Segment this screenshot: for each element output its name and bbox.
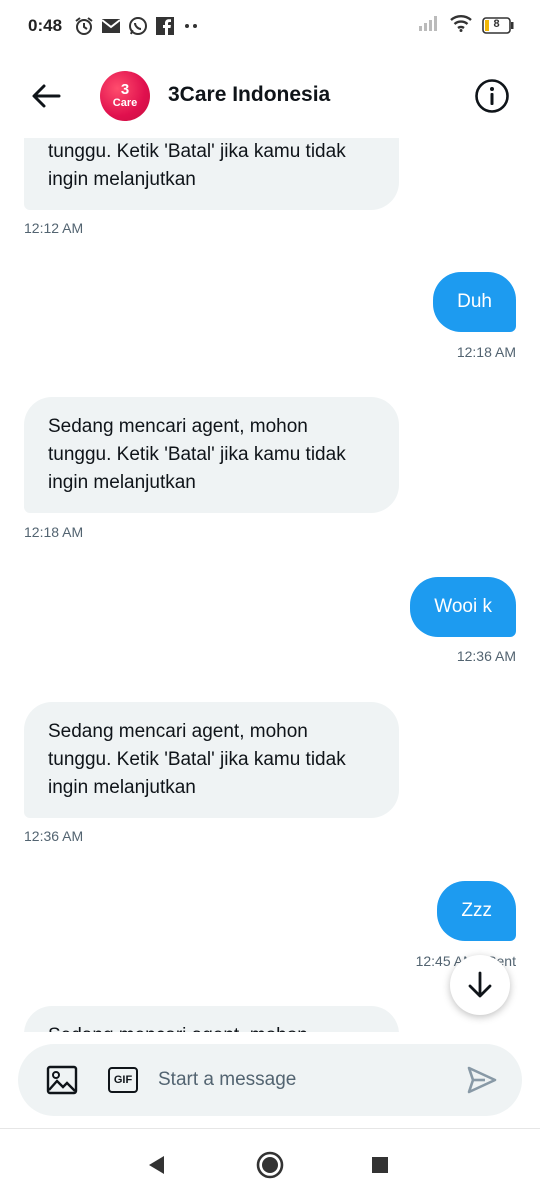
status-bar: 0:48 8	[0, 0, 540, 52]
contact-name[interactable]: 3Care Indonesia	[168, 83, 330, 107]
message-timestamp: 12:12 AM	[24, 220, 84, 236]
nav-recents-button[interactable]	[364, 1149, 396, 1181]
status-time: 0:48	[28, 16, 63, 35]
message-outgoing[interactable]: Duh	[433, 272, 516, 332]
message-input[interactable]	[158, 1064, 448, 1096]
avatar-digit: 3	[120, 81, 130, 98]
gif-icon: GIF	[108, 1067, 138, 1093]
message-line: tunggu. Ketik 'Batal' jika kamu tidak	[48, 444, 346, 465]
send-button[interactable]	[466, 1064, 498, 1096]
gmail-icon	[101, 16, 121, 36]
message-incoming[interactable]: tunggu. Ketik 'Batal' jika kamu tidak in…	[24, 138, 399, 210]
system-navigation-bar	[0, 1129, 540, 1200]
image-icon	[46, 1065, 78, 1095]
scroll-to-bottom-button[interactable]	[450, 955, 510, 1015]
message-incoming[interactable]: Sedang mencari agent, mohon tunggu. Keti…	[24, 397, 399, 513]
message-timestamp: 12:36 AM	[24, 828, 84, 844]
alarm-icon	[74, 16, 94, 36]
send-icon	[467, 1066, 497, 1094]
message-incoming[interactable]: Sedang mencari agent, mohon	[24, 1006, 399, 1032]
nav-back-button[interactable]	[140, 1149, 172, 1181]
arrow-left-icon	[32, 84, 61, 108]
message-line: Sedang mencari agent, mohon	[48, 416, 308, 437]
message-list[interactable]: tunggu. Ketik 'Batal' jika kamu tidak in…	[0, 138, 540, 1032]
nav-home-icon	[256, 1151, 284, 1179]
back-button[interactable]	[28, 78, 64, 114]
message-line: ingin melanjutkan	[48, 169, 196, 190]
message-line: ingin melanjutkan	[48, 472, 196, 493]
nav-recents-icon	[372, 1157, 388, 1173]
message-outgoing[interactable]: Wooi k	[410, 577, 516, 637]
battery-icon: 8	[482, 17, 514, 34]
avatar-text: Care	[112, 97, 138, 109]
signal-icon	[418, 14, 440, 37]
arrow-down-icon	[468, 971, 492, 998]
info-icon	[475, 79, 509, 113]
info-button[interactable]	[474, 78, 510, 114]
whatsapp-icon	[128, 16, 148, 36]
add-gif-button[interactable]: GIF	[107, 1064, 139, 1096]
message-timestamp: 12:18 AM	[456, 344, 516, 360]
message-line: tunggu. Ketik 'Batal' jika kamu tidak	[48, 141, 346, 162]
nav-back-icon	[149, 1156, 164, 1174]
message-outgoing[interactable]: Zzz	[437, 881, 516, 941]
wifi-icon	[450, 14, 472, 37]
message-line: ingin melanjutkan	[48, 777, 196, 798]
message-timestamp: 12:18 AM	[24, 524, 84, 540]
add-image-button[interactable]	[46, 1064, 78, 1096]
message-line: tunggu. Ketik 'Batal' jika kamu tidak	[48, 749, 346, 770]
more-dots-icon	[182, 16, 202, 36]
message-line: Sedang mencari agent, mohon	[48, 721, 308, 742]
message-line: Sedang mencari agent, mohon	[48, 1022, 375, 1032]
gif-label: GIF	[113, 1074, 133, 1086]
message-timestamp: 12:36 AM	[456, 648, 516, 664]
message-composer: GIF	[18, 1044, 522, 1116]
nav-home-button[interactable]	[254, 1149, 286, 1181]
chat-header: 3 Care 3Care Indonesia	[0, 52, 540, 138]
facebook-icon	[155, 16, 175, 36]
avatar[interactable]: 3 Care	[100, 71, 150, 121]
battery-level: 8	[493, 18, 500, 30]
message-incoming[interactable]: Sedang mencari agent, mohon tunggu. Keti…	[24, 702, 399, 818]
